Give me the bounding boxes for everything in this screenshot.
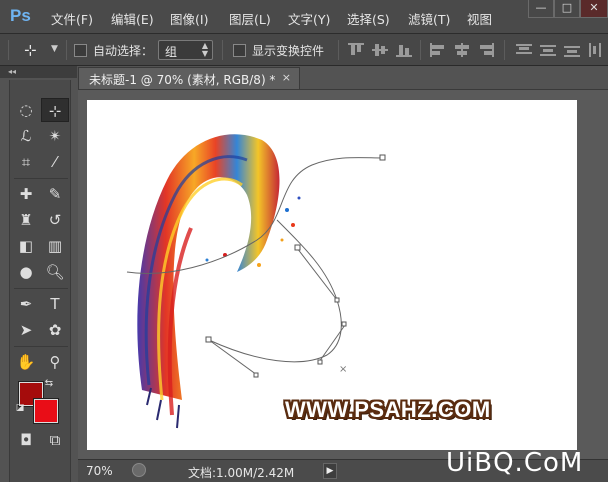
tools-divider [14, 346, 68, 347]
hand-icon[interactable]: ✋ [12, 350, 40, 374]
menu-select[interactable]: 选择(S) [347, 9, 390, 28]
eyedropper-icon[interactable]: ⁄ [41, 150, 69, 174]
minimize-button[interactable]: — [528, 0, 554, 18]
options-divider [222, 40, 223, 60]
default-colors-icon[interactable]: ◪ [13, 400, 27, 416]
align-left-icon[interactable] [430, 43, 446, 57]
document-size-info: 文档:1.00M/2.42M [188, 466, 295, 480]
site-watermark: UiBQ.CoM [446, 448, 584, 478]
document-canvas[interactable]: × WWW.PSAHZ.COM [87, 100, 577, 450]
chevron-down-icon[interactable]: ▼ [51, 44, 58, 54]
options-divider [420, 40, 421, 60]
path-cursor-icon: × [339, 364, 347, 375]
tools-panel: ◂◂ ◌ ⊹ ℒ ✴ ⌗ ⁄ ✚ ✎ ♜ ↺ ◧ ▥ ● 🔍︎ ✒ T ➤ ✿ … [0, 66, 77, 482]
path-select-icon[interactable]: ➤ [12, 318, 40, 342]
dodge-icon[interactable]: 🔍︎ [41, 260, 69, 284]
lasso-icon[interactable]: ℒ [12, 124, 40, 148]
close-window-button[interactable]: ✕ [580, 0, 608, 18]
shape-icon[interactable]: ✿ [41, 318, 69, 342]
background-color-swatch[interactable] [33, 398, 59, 424]
maximize-button[interactable]: □ [554, 0, 580, 18]
paint-stroke-artwork [137, 134, 301, 429]
move-tool-preset-icon[interactable]: ⊹ [24, 41, 37, 59]
options-divider [66, 40, 67, 60]
menu-image[interactable]: 图像(I) [170, 9, 208, 28]
tools-divider [14, 288, 68, 289]
distribute-bottom-icon[interactable] [564, 43, 580, 57]
healing-brush-icon[interactable]: ✚ [12, 182, 40, 206]
auto-select-value: 组 [165, 45, 178, 59]
options-divider [504, 40, 505, 60]
photoshop-logo: Ps [10, 6, 31, 25]
options-bar: ⊹ ▼ 自动选择： 组 ▲ ▼ 显示变换控件 [0, 34, 608, 66]
history-brush-icon[interactable]: ↺ [41, 208, 69, 232]
tools-divider [14, 178, 68, 179]
pen-icon[interactable]: ✒ [12, 292, 40, 316]
menu-edit[interactable]: 编辑(E) [111, 9, 154, 28]
menu-view[interactable]: 视图 [467, 9, 492, 28]
zoom-icon[interactable]: ⚲ [41, 350, 69, 374]
align-right-icon[interactable] [478, 43, 494, 57]
gradient-icon[interactable]: ▥ [41, 234, 69, 258]
marquee-icon[interactable]: ◌ [12, 98, 40, 122]
align-top-icon[interactable] [348, 43, 364, 57]
auto-select-checkbox[interactable] [74, 44, 87, 57]
options-divider [338, 40, 339, 60]
select-arrows-icon: ▲ ▼ [201, 41, 208, 58]
align-vcenter-icon[interactable] [372, 43, 388, 57]
swap-colors-icon[interactable]: ⇆ [40, 376, 58, 392]
distribute-top-icon[interactable] [516, 43, 532, 57]
eraser-icon[interactable]: ◧ [12, 234, 40, 258]
menu-file[interactable]: 文件(F) [51, 9, 93, 28]
distribute-vcenter-icon[interactable] [540, 43, 556, 57]
magic-wand-icon[interactable]: ✴ [41, 124, 69, 148]
watermark-text: WWW.PSAHZ.COM [285, 397, 491, 422]
show-transform-label: 显示变换控件 [252, 44, 325, 58]
clone-stamp-icon[interactable]: ♜ [12, 208, 40, 232]
menu-filter[interactable]: 滤镜(T) [408, 9, 450, 28]
align-hcenter-icon[interactable] [454, 43, 470, 57]
close-tab-icon[interactable]: × [282, 71, 291, 84]
align-bottom-icon[interactable] [396, 43, 412, 57]
type-icon[interactable]: T [41, 292, 69, 316]
path-anchor-points[interactable] [205, 154, 386, 378]
auto-select-dropdown[interactable]: 组 ▲ ▼ [158, 40, 213, 60]
auto-select-label: 自动选择： [93, 44, 154, 58]
show-transform-checkbox[interactable] [233, 44, 246, 57]
menu-type[interactable]: 文字(Y) [288, 9, 330, 28]
document-tab-title: 未标题-1 @ 70% (素材, RGB/8) * [89, 73, 276, 87]
screen-mode-icon[interactable]: ⧉ [41, 428, 69, 452]
quick-mask-icon[interactable]: ◘ [12, 428, 40, 452]
brush-icon[interactable]: ✎ [41, 182, 69, 206]
collapse-panel-icon[interactable]: ◂◂ [0, 66, 77, 78]
blur-icon[interactable]: ● [12, 260, 40, 284]
document-tab[interactable]: 未标题-1 @ 70% (素材, RGB/8) * × [78, 67, 300, 89]
status-info-icon[interactable] [132, 463, 146, 477]
menu-bar: Ps 文件(F) 编辑(E) 图像(I) 图层(L) 文字(Y) 选择(S) 滤… [0, 0, 608, 34]
crop-icon[interactable]: ⌗ [12, 150, 40, 174]
status-menu-arrow-icon[interactable]: ▶ [323, 463, 337, 479]
options-grip [8, 40, 9, 60]
window-controls: — □ ✕ [528, 0, 608, 20]
distribute-left-icon[interactable] [588, 43, 604, 57]
move-icon[interactable]: ⊹ [41, 98, 69, 122]
tools-column: ◌ ⊹ ℒ ✴ ⌗ ⁄ ✚ ✎ ♜ ↺ ◧ ▥ ● 🔍︎ ✒ T ➤ ✿ ✋ ⚲… [9, 80, 71, 482]
zoom-level[interactable]: 70% [86, 464, 113, 478]
menu-layer[interactable]: 图层(L) [229, 9, 271, 28]
